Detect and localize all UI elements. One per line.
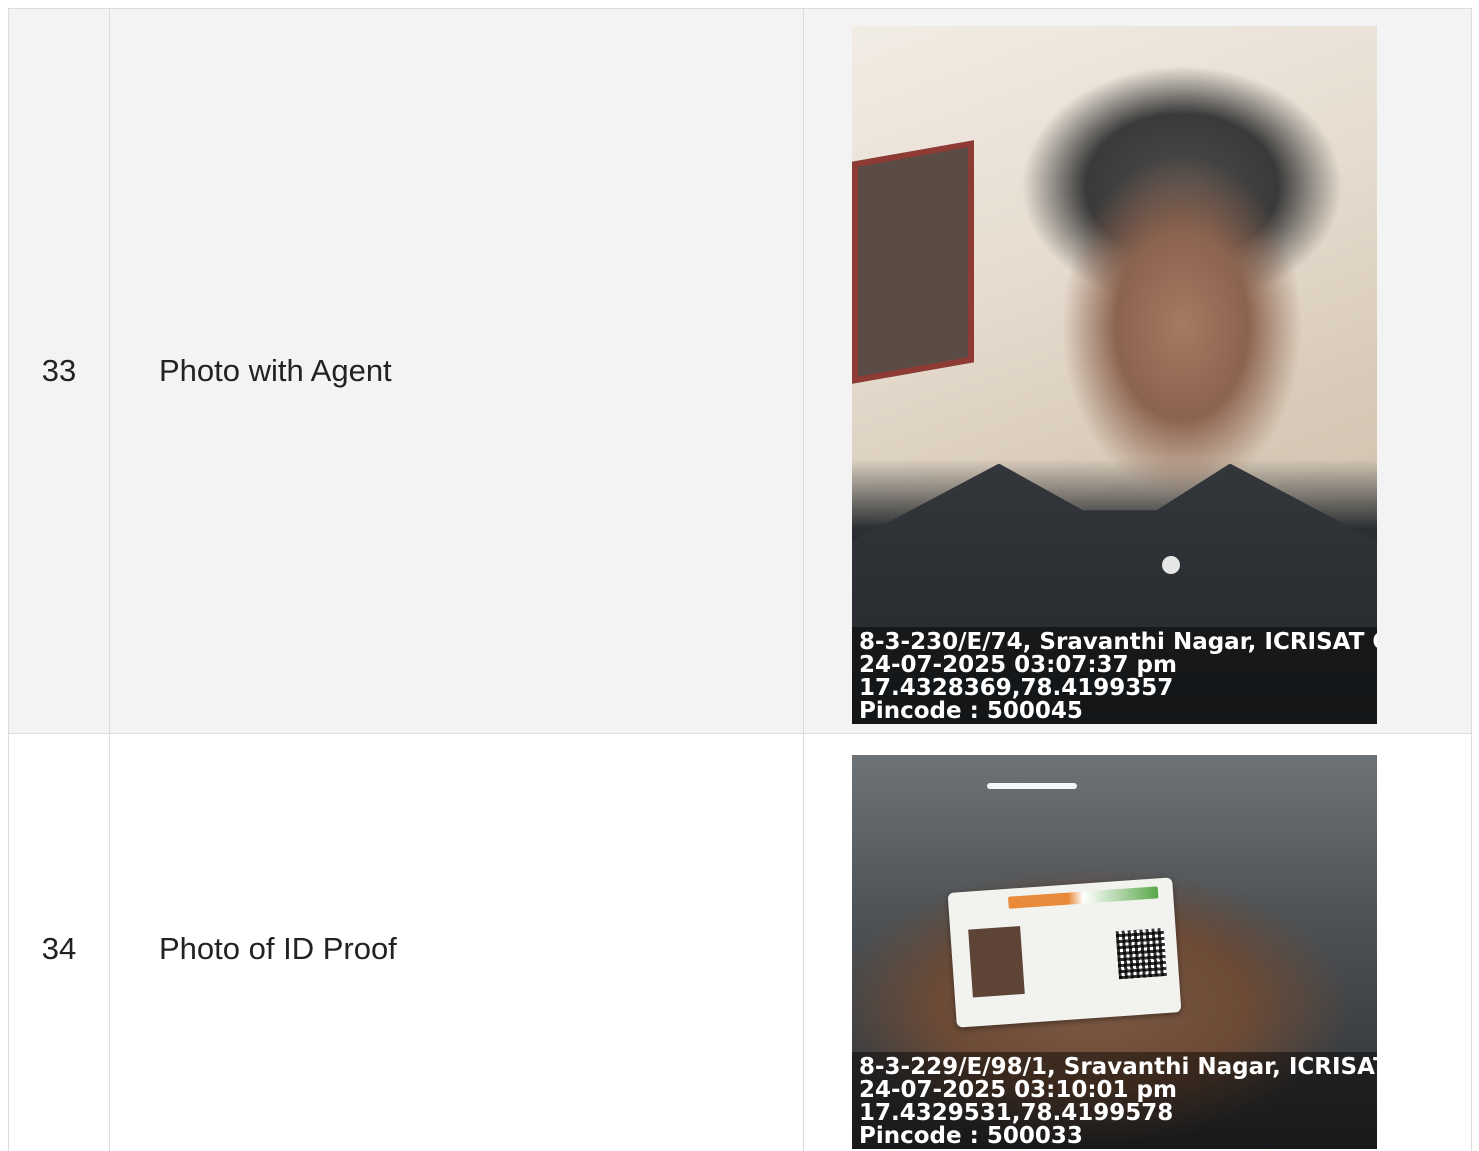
geotag-timestamp: 24-07-2025 03:07:37 pm — [859, 651, 1177, 678]
geotag-address: 8-3-230/E/74, Sravanthi Nagar, ICRISAT C… — [859, 628, 1377, 655]
id-card-qr-code — [1115, 928, 1167, 980]
photo-geotag-overlay: 8-3-229/E/98/1, Sravanthi Nagar, ICRISAT… — [852, 1052, 1377, 1149]
photo-id-card — [947, 877, 1182, 1028]
geotag-coordinates: 17.4328369,78.4199357 — [859, 674, 1174, 701]
geotag-pincode: Pincode : 500033 — [859, 1123, 1083, 1149]
agent-photo: 8-3-230/E/74, Sravanthi Nagar, ICRISAT C… — [852, 25, 1377, 724]
photo-cell: 8-3-230/E/74, Sravanthi Nagar, ICRISAT C… — [803, 8, 1472, 734]
id-card-portrait — [968, 926, 1025, 998]
photo-jacket-button — [1162, 555, 1180, 574]
photo-ceiling-light — [987, 783, 1077, 789]
photo-window-frame — [852, 139, 974, 384]
geotag-address: 8-3-229/E/98/1, Sravanthi Nagar, ICRISAT… — [859, 1054, 1377, 1080]
id-proof-photo: 8-3-229/E/98/1, Sravanthi Nagar, ICRISAT… — [852, 755, 1377, 1149]
photo-cell: 8-3-229/E/98/1, Sravanthi Nagar, ICRISAT… — [803, 733, 1472, 1151]
id-card-flag-band — [1007, 886, 1159, 909]
table-row: 33 Photo with Agent 8-3-230/E/74, Sravan… — [8, 8, 1472, 734]
row-label: Photo with Agent — [109, 8, 804, 734]
row-number: 34 — [8, 733, 110, 1151]
table-row: 34 Photo of ID Proof 8-3-229/E/98/1, Sra… — [8, 733, 1472, 1151]
photo-geotag-overlay: 8-3-230/E/74, Sravanthi Nagar, ICRISAT C… — [852, 626, 1377, 724]
row-number: 33 — [8, 8, 110, 734]
geotag-coordinates: 17.4329531,78.4199578 — [859, 1100, 1174, 1126]
document-table-container: 33 Photo with Agent 8-3-230/E/74, Sravan… — [8, 8, 1472, 1151]
row-label: Photo of ID Proof — [109, 733, 804, 1151]
document-table: 33 Photo with Agent 8-3-230/E/74, Sravan… — [8, 8, 1472, 1151]
geotag-pincode: Pincode : 500045 — [859, 697, 1083, 724]
geotag-timestamp: 24-07-2025 03:10:01 pm — [859, 1077, 1177, 1103]
